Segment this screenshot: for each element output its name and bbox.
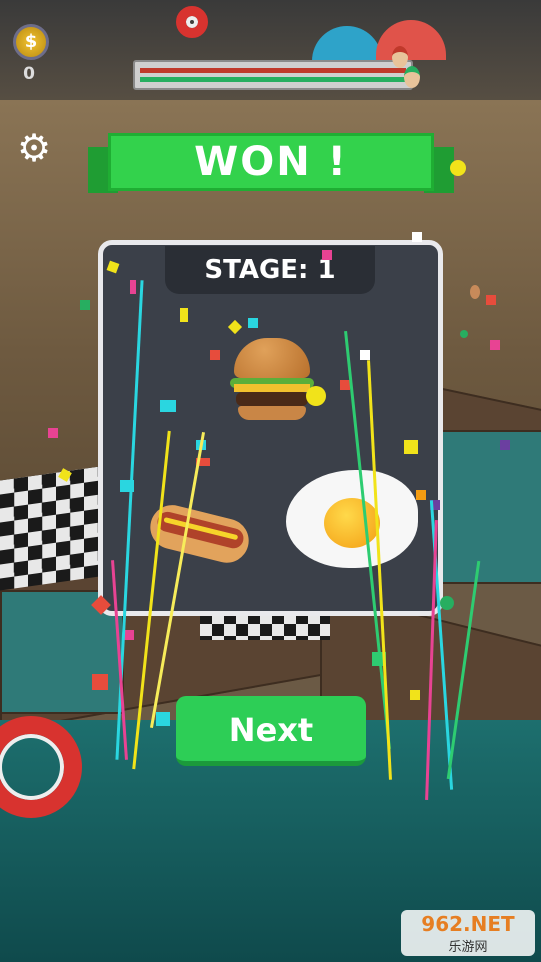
health-bars [133,60,413,90]
confetti-piece [412,232,422,242]
player-health-bar [140,77,406,82]
coin-count: 0 [23,64,35,84]
confetti-piece [450,160,466,176]
confetti-piece [130,280,136,294]
banner-title: WON ! [194,139,348,185]
confetti-piece [80,300,90,310]
confetti-piece [360,350,370,360]
confetti-piece [470,285,480,299]
chef-avatar-icon [392,46,408,68]
won-banner: WON ! [88,133,454,197]
teal-dock [440,430,541,584]
confetti-piece [460,330,468,338]
confetti-piece [322,250,332,260]
confetti-piece [180,308,188,322]
confetti-piece [156,712,170,726]
life-ring [176,6,208,38]
coin-icon: $ [13,24,49,60]
confetti-piece [440,596,454,610]
confetti-piece [48,428,58,438]
confetti-piece [500,440,510,450]
stage-label: STAGE: 1 [204,255,336,285]
watermark-logo: 962.NET [421,912,515,936]
gear-icon[interactable]: ⚙ [16,129,52,167]
confetti-piece [92,674,108,690]
confetti-piece [416,490,426,500]
confetti-piece [404,440,418,454]
fried-egg-item [286,470,418,568]
enemy-health-bar [140,68,406,73]
next-button[interactable]: Next [176,696,366,766]
confetti-piece [486,295,496,305]
site-watermark: 962.NET 乐游网 [401,910,535,956]
burger-item [230,338,314,422]
confetti-piece [410,690,420,700]
confetti-piece [306,386,326,406]
confetti-piece [124,630,134,640]
watermark-subtitle: 乐游网 [448,940,488,955]
confetti-piece [160,400,176,412]
chef-avatar-icon [404,66,420,88]
confetti-piece [210,350,220,360]
confetti-piece [490,340,500,350]
confetti-piece [248,318,258,328]
